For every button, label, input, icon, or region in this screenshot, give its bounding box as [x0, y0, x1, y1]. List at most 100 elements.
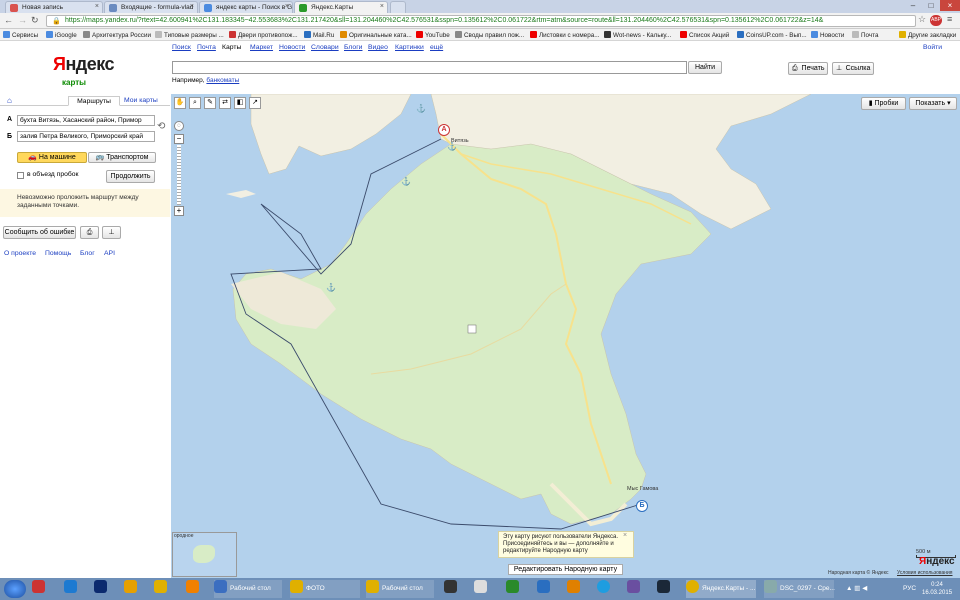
bookmark-item[interactable]: iGoogle	[46, 31, 77, 39]
share-tool-icon[interactable]: ↗	[249, 97, 261, 109]
tray-icons[interactable]: ▲ ▥ ◀	[846, 580, 867, 598]
service-link[interactable]: Видео	[368, 44, 388, 51]
reload-icon[interactable]: ↻	[31, 15, 39, 26]
star-icon[interactable]: ☆	[918, 14, 926, 25]
yandex-logo[interactable]: Яндекс	[53, 54, 115, 75]
traffic-button[interactable]: ▮ Пробки	[861, 97, 906, 110]
close-icon[interactable]: ×	[285, 3, 289, 10]
service-link[interactable]: Картинки	[395, 44, 424, 51]
service-link[interactable]: Словари	[311, 44, 339, 51]
zoom-out-button[interactable]: −	[174, 134, 184, 144]
zoom-in-button[interactable]: +	[174, 206, 184, 216]
service-link[interactable]: ещё	[430, 44, 443, 51]
service-link[interactable]: Маркет	[250, 44, 273, 51]
mode-transport-button[interactable]: 🚌 Транспортом	[88, 152, 156, 163]
terms-link[interactable]: Условия использования	[897, 570, 953, 576]
taskbar-window[interactable]: DSC_0297 - Сре...	[764, 580, 835, 598]
search-input[interactable]	[172, 61, 687, 74]
taskbar-app[interactable]	[94, 580, 110, 598]
bookmark-item[interactable]: Сервисы	[3, 31, 38, 39]
service-link[interactable]: Почта	[197, 44, 216, 51]
report-error-button[interactable]: Сообщить об ошибке	[3, 226, 76, 239]
point-b-input[interactable]: залив Петра Великого, Приморский край	[17, 131, 155, 142]
route-marker-a[interactable]: А	[438, 124, 450, 136]
taskbar-window[interactable]: Рабочий стол	[366, 580, 434, 598]
show-dropdown[interactable]: Показать ▾	[909, 97, 957, 110]
bookmark-item[interactable]: Список Акций	[680, 31, 729, 39]
extend-button[interactable]: Продолжить	[106, 170, 155, 183]
mode-car-button[interactable]: 🚗 На машине	[17, 152, 87, 163]
close-window-icon[interactable]: ×	[940, 0, 960, 11]
zoom-ruler-icon[interactable]: ◌	[174, 121, 184, 131]
bookmark-item[interactable]: Своды правил пож...	[455, 31, 524, 39]
ruler-tool-icon[interactable]: ✎	[204, 97, 216, 109]
back-icon[interactable]: ←	[4, 15, 13, 25]
taskbar-app[interactable]	[444, 580, 460, 598]
bookmark-item[interactable]: Двери противопож...	[229, 31, 298, 39]
bookmark-item[interactable]: Архитектура России	[83, 31, 151, 39]
taskbar-app[interactable]	[64, 580, 80, 598]
taskbar-app[interactable]	[506, 580, 522, 598]
start-button[interactable]	[4, 580, 26, 598]
tab-my-maps[interactable]: Мои карты	[124, 97, 158, 104]
map-view[interactable]: ⚓ ⚓ ⚓ ⚓ А Б Витязь Мыс Гамова ✋ ⌕ ✎ ⇄ ◧ …	[171, 94, 960, 578]
language-indicator[interactable]: РУС	[903, 580, 916, 598]
about-link[interactable]: О проекте	[4, 250, 36, 257]
magnifier-tool-icon[interactable]: ⌕	[189, 97, 201, 109]
maps-logo[interactable]: карты	[62, 78, 86, 87]
taskbar-app[interactable]	[597, 580, 613, 598]
bookmark-item[interactable]: Типовые размеры ...	[155, 31, 224, 39]
print-button[interactable]: ⎙ Печать	[788, 62, 828, 75]
minimize-icon[interactable]: –	[904, 0, 922, 11]
tab-google-search[interactable]: яндекс карты - Поиск в G ×	[199, 1, 293, 13]
bookmark-item[interactable]: Новости	[811, 31, 844, 39]
taskbar-app[interactable]	[567, 580, 583, 598]
taskbar-app[interactable]	[657, 580, 673, 598]
bookmark-item[interactable]: YouTube	[416, 31, 450, 39]
api-link[interactable]: API	[104, 250, 115, 257]
route-tool-icon[interactable]: ⇄	[219, 97, 231, 109]
service-link[interactable]: Блоги	[344, 44, 362, 51]
taskbar-app[interactable]	[124, 580, 140, 598]
taskbar-app[interactable]	[537, 580, 553, 598]
bookmark-item[interactable]: Листовки с номера...	[530, 31, 599, 39]
new-tab-button[interactable]	[390, 1, 406, 13]
pin-route-button[interactable]: ⊥	[102, 226, 121, 239]
close-icon[interactable]: ×	[190, 3, 194, 10]
bookmark-item[interactable]: Wot-news - Кальку...	[604, 31, 671, 39]
taskbar-window-active[interactable]: Яндекс.Карты - ...	[686, 580, 756, 598]
taskbar-window[interactable]: ФОТО	[290, 580, 360, 598]
url-input[interactable]: 🔒 https://maps.yandex.ru/?rtext=42.60094…	[46, 15, 916, 27]
bookmark-item[interactable]: Mail.Ru	[304, 31, 334, 39]
example-link[interactable]: банкоматы	[206, 77, 239, 84]
avoid-traffic-checkbox[interactable]	[17, 172, 24, 179]
print-route-button[interactable]: ⎙	[80, 226, 99, 239]
menu-icon[interactable]: ≡	[947, 14, 952, 24]
find-button[interactable]: Найти	[688, 61, 722, 74]
zoom-slider[interactable]	[177, 145, 181, 205]
taskbar-window[interactable]: Рабочий стол	[214, 580, 282, 598]
taskbar-app[interactable]	[154, 580, 170, 598]
adblock-icon[interactable]: ABP	[930, 15, 942, 26]
close-icon[interactable]: ×	[380, 3, 384, 10]
tab-yandex-maps[interactable]: Яндекс.Карты ×	[294, 1, 388, 13]
taskbar-app[interactable]	[32, 580, 48, 598]
bookmark-item[interactable]: CoinsUP.com - Вып...	[737, 31, 807, 39]
close-icon[interactable]: ×	[95, 3, 99, 10]
maximize-icon[interactable]: □	[922, 0, 940, 11]
service-link[interactable]: Новости	[279, 44, 305, 51]
taskbar-app[interactable]	[474, 580, 490, 598]
forward-icon[interactable]: →	[18, 15, 27, 25]
tab-routes[interactable]: Маршруты	[68, 96, 120, 106]
edit-map-button[interactable]: Редактировать Народную карту	[508, 564, 623, 575]
taskbar-app[interactable]	[186, 580, 202, 598]
point-a-input[interactable]: бухта Витязь, Хасанский район, Примор	[17, 115, 155, 126]
close-icon[interactable]: ×	[623, 532, 627, 539]
bookmark-folder[interactable]: Другие закладки	[899, 31, 956, 39]
hand-tool-icon[interactable]: ✋	[174, 97, 186, 109]
bookmark-item[interactable]: Почта	[852, 31, 879, 39]
bookmark-item[interactable]: Оригинальные ката...	[340, 31, 412, 39]
home-icon[interactable]: ⌂	[7, 96, 12, 105]
taskbar-app[interactable]	[627, 580, 643, 598]
layers-tool-icon[interactable]: ◧	[234, 97, 246, 109]
